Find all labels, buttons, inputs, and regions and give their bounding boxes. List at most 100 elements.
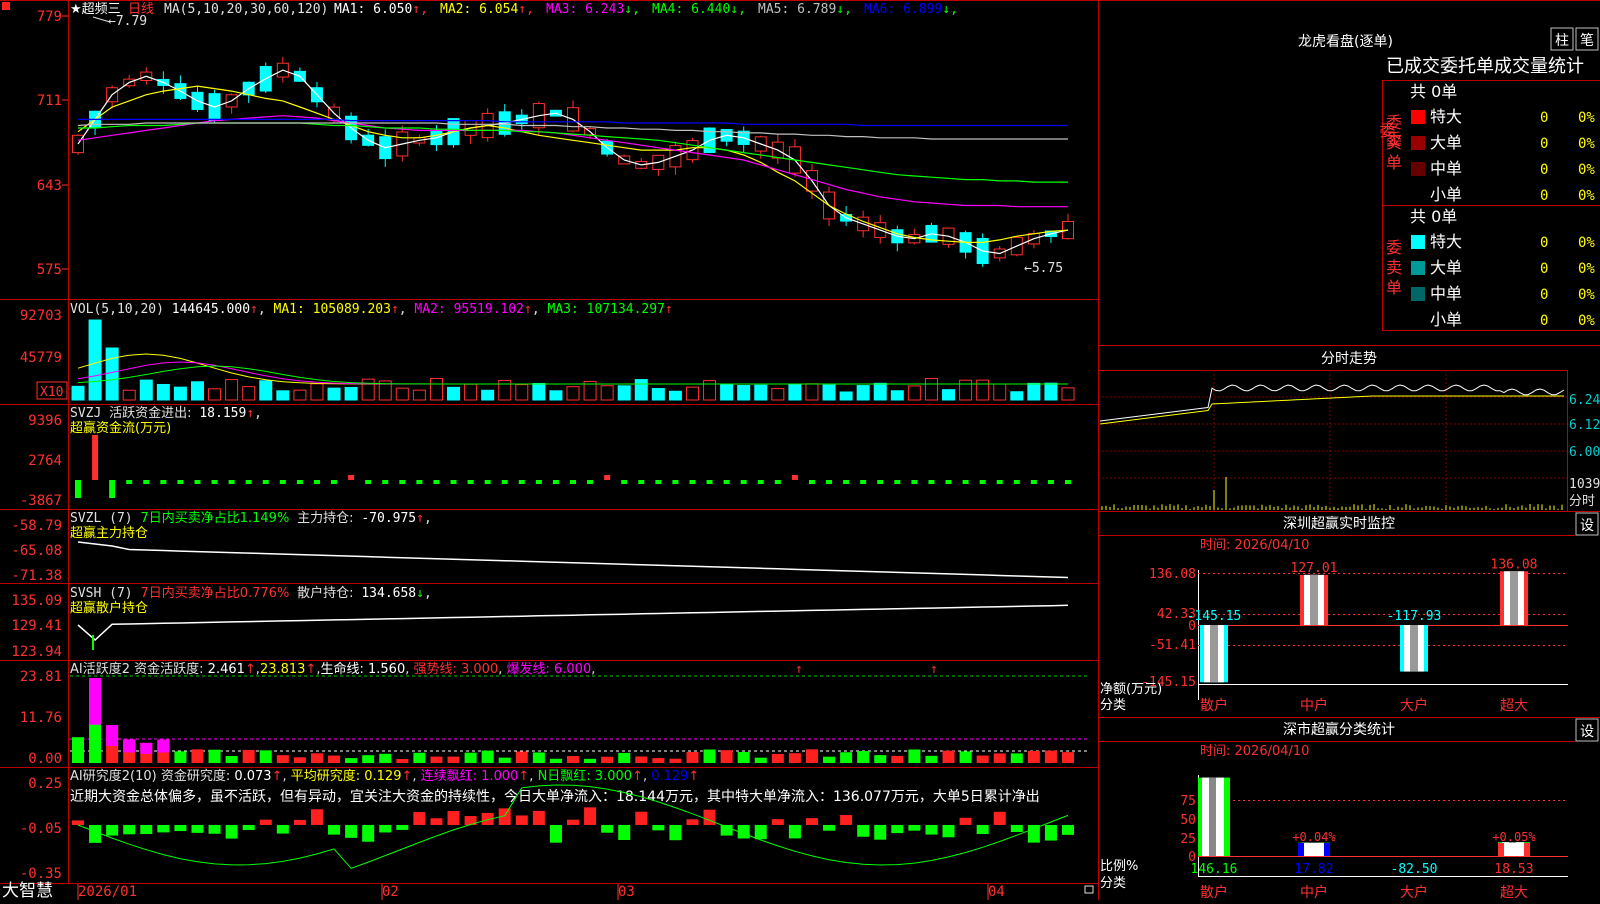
buy-row-swatch — [1411, 188, 1425, 202]
svzj-bar — [501, 480, 508, 484]
date-tick: 2026/01 — [78, 884, 137, 900]
ai-bar — [293, 757, 306, 763]
monitor-value: 136.08 — [1491, 557, 1538, 572]
svzl-sub: 超赢主力持仓 — [70, 525, 148, 541]
buy-row-name: 中单 — [1430, 159, 1462, 178]
ai-research-bar — [925, 825, 938, 835]
sell-row-swatch — [1411, 287, 1425, 301]
ai-bar — [669, 758, 682, 763]
ai-bar — [771, 753, 784, 763]
svzj-bar — [552, 480, 559, 484]
vol-axis: 45779 — [20, 350, 62, 366]
volume-bar — [122, 389, 136, 401]
volume-bar — [976, 379, 990, 401]
svzj-bar — [740, 480, 747, 484]
ai-research-bar — [703, 809, 716, 825]
volume-bar — [361, 378, 375, 401]
volume-bar — [532, 382, 546, 401]
vol-ma1: 105089.203 — [313, 302, 391, 317]
ai-research-bar — [123, 825, 136, 835]
bi-label: 笔 — [1580, 33, 1594, 49]
svzj-bar — [416, 480, 423, 484]
svzl-value: -70.975 — [361, 511, 416, 526]
ma-value-1: MA1: 6.050↑, — [334, 2, 428, 17]
ai-bar — [754, 757, 767, 763]
ai-research-bar — [652, 825, 665, 831]
ai-research-bar — [618, 825, 631, 841]
monitor-settings-button[interactable]: 设 — [1575, 512, 1599, 536]
zhu-button[interactable]: 柱 — [1550, 27, 1574, 51]
ai-research-bar — [857, 825, 870, 837]
volume-bar — [1010, 391, 1024, 401]
volume-bar — [737, 385, 751, 401]
svzj-bar — [911, 480, 918, 484]
ai-research-bar — [891, 825, 904, 834]
volume-bar — [959, 379, 973, 401]
ai-research-bar — [174, 825, 187, 832]
svzj-bar — [996, 480, 1003, 484]
bi-button[interactable]: 笔 — [1575, 27, 1599, 51]
ai-research-bar — [635, 811, 648, 825]
date-tick: 03 — [618, 884, 635, 900]
sell-row-pct: 0% — [1578, 235, 1595, 251]
ma-value-2: MA2: 6.054↑, — [440, 2, 534, 17]
ai-bar — [174, 751, 187, 763]
stat-settings-button[interactable]: 设 — [1575, 718, 1599, 742]
ai-research-bar — [993, 811, 1006, 825]
price-tick: 779 — [37, 9, 62, 25]
stat-set-label: 设 — [1580, 724, 1594, 740]
ai-bar-top — [157, 739, 170, 753]
ai-research-bar — [293, 819, 306, 825]
svzj-bar — [894, 480, 901, 484]
ai-axis: 23.81 — [20, 669, 62, 685]
ai-bar — [857, 751, 870, 763]
sell-row-pct: 0% — [1578, 261, 1595, 277]
ai-bar — [1010, 753, 1023, 763]
ai-bar — [993, 753, 1006, 763]
buy-row-pct: 0% — [1578, 136, 1595, 152]
svsh-axis: 123.94 — [11, 644, 62, 660]
svzj-bar — [450, 480, 457, 484]
svzl-label: SVZL (7) — [70, 511, 133, 526]
corner-box[interactable] — [2, 2, 10, 10]
volume-bar — [208, 388, 222, 401]
vol-unit: X10 — [40, 385, 63, 400]
svzj-bar — [484, 480, 491, 484]
svzj-bar — [331, 480, 338, 484]
volume-bar — [1044, 382, 1058, 401]
svg-text:↑: ↑ — [795, 662, 803, 677]
svsh-name: 散户持仓: — [297, 585, 353, 601]
sell-row-name: 中单 — [1430, 284, 1462, 303]
ai-research-bar — [840, 814, 853, 825]
ai-bar — [805, 749, 818, 763]
monitor-value: 127.01 — [1291, 561, 1338, 576]
ai-bar — [345, 758, 358, 763]
ai-bar — [908, 749, 921, 763]
logo: 大智慧 — [2, 881, 53, 900]
ai-life: 生命线: 1.560 — [320, 661, 405, 677]
svsh-axis: 129.41 — [11, 618, 62, 634]
buy-row-swatch — [1411, 110, 1425, 124]
monitor-axis: 136.08 — [1149, 567, 1196, 582]
ai-research-bar — [242, 825, 255, 830]
stat-category: 超大 — [1500, 885, 1528, 900]
ai-strong: 强势线: 3.000 — [413, 661, 498, 677]
volume-bar — [447, 386, 461, 401]
ai-bar — [276, 755, 289, 763]
ai-label: AI活跃度2 — [70, 661, 130, 677]
vol-axis: 92703 — [20, 308, 62, 324]
intraday-axis: 6.00 — [1569, 445, 1600, 460]
intraday-vol: 10397 — [1569, 477, 1600, 492]
buy-row-count: 0 — [1540, 136, 1548, 152]
svzj-bar — [877, 480, 884, 484]
ai-bar — [584, 758, 597, 763]
sell-row-pct: 0% — [1578, 287, 1595, 303]
volume-bar — [88, 319, 102, 401]
svsh-value: 134.658 — [361, 586, 416, 601]
volume-bar — [634, 379, 648, 401]
ai-axis: 0.00 — [28, 751, 62, 767]
volume-bar — [429, 378, 443, 401]
buy-side-char: 单 — [1386, 153, 1402, 172]
volume-bar — [1061, 387, 1075, 401]
buy-total: 共 0单 — [1410, 82, 1457, 101]
